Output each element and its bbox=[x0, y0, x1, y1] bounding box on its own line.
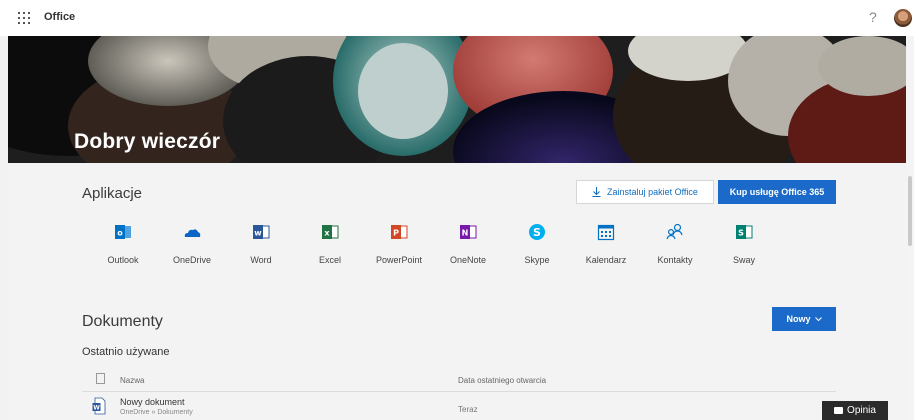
new-document-button[interactable]: Nowy bbox=[772, 307, 836, 331]
install-office-label: Zainstaluj pakiet Office bbox=[607, 187, 698, 197]
document-last-opened: Teraz bbox=[458, 405, 478, 414]
app-grid: o Outlook OneDrive w Word x Excel P Powe… bbox=[88, 221, 788, 277]
buy-office365-button[interactable]: Kup usługę Office 365 bbox=[718, 180, 836, 204]
app-tile-powerpoint[interactable]: P PowerPoint bbox=[364, 221, 434, 277]
app-label: OneDrive bbox=[172, 255, 211, 265]
app-label: Skype bbox=[524, 255, 550, 265]
word-document-icon: W bbox=[92, 397, 106, 415]
app-tile-onedrive[interactable]: OneDrive bbox=[157, 221, 227, 277]
app-launcher-icon[interactable] bbox=[18, 12, 30, 24]
new-document-label: Nowy bbox=[786, 314, 811, 324]
document-path: OneDrive » Dokumenty bbox=[120, 409, 193, 416]
app-tile-onenote[interactable]: N OneNote bbox=[433, 221, 503, 277]
svg-text:P: P bbox=[393, 229, 399, 238]
feedback-label: Opinia bbox=[847, 405, 876, 416]
documents-section-title: Dokumenty bbox=[82, 313, 163, 330]
chevron-down-icon bbox=[814, 316, 822, 321]
avatar[interactable] bbox=[894, 9, 912, 27]
app-tile-skype[interactable]: S Skype bbox=[502, 221, 572, 277]
outlook-icon: o bbox=[115, 225, 131, 239]
install-office-button[interactable]: Zainstaluj pakiet Office bbox=[576, 180, 714, 204]
file-type-icon bbox=[96, 373, 105, 384]
app-tile-people[interactable]: Kontakty bbox=[640, 221, 710, 277]
column-header-date[interactable]: Data ostatniego otwarcia bbox=[458, 376, 546, 385]
page-scrollbar[interactable] bbox=[906, 36, 914, 420]
app-tile-calendar[interactable]: Kalendarz bbox=[571, 221, 641, 277]
apps-section-title: Aplikacje bbox=[82, 185, 143, 202]
recent-heading: Ostatnio używane bbox=[82, 346, 170, 358]
app-label: Excel bbox=[318, 255, 341, 265]
app-tile-excel[interactable]: x Excel bbox=[295, 221, 365, 277]
svg-text:W: W bbox=[93, 405, 100, 412]
onenote-icon: N bbox=[460, 225, 477, 239]
app-label: Kalendarz bbox=[585, 255, 627, 265]
app-label: Sway bbox=[732, 255, 755, 265]
sway-icon: S bbox=[736, 225, 753, 239]
scrollbar-thumb[interactable] bbox=[908, 176, 912, 246]
app-label: Word bbox=[250, 255, 272, 265]
download-icon bbox=[592, 187, 601, 197]
greeting-heading: Dobry wieczór bbox=[74, 130, 221, 153]
top-bar: Office ? bbox=[0, 0, 914, 36]
skype-icon: S bbox=[529, 224, 545, 240]
column-header-name[interactable]: Nazwa bbox=[120, 376, 144, 385]
app-label: OneNote bbox=[449, 255, 487, 265]
help-icon[interactable]: ? bbox=[869, 9, 877, 25]
svg-text:w: w bbox=[254, 229, 262, 238]
document-name[interactable]: Nowy dokument bbox=[120, 397, 185, 407]
word-icon: w bbox=[253, 225, 270, 239]
app-tile-word[interactable]: w Word bbox=[226, 221, 296, 277]
app-tile-sway[interactable]: S Sway bbox=[709, 221, 779, 277]
svg-text:S: S bbox=[533, 226, 541, 239]
documents-table-header: Nazwa Data ostatniego otwarcia bbox=[82, 371, 836, 392]
app-label: PowerPoint bbox=[375, 255, 423, 265]
svg-text:o: o bbox=[117, 229, 123, 238]
onedrive-icon bbox=[184, 229, 201, 237]
svg-text:S: S bbox=[738, 229, 744, 238]
people-icon bbox=[666, 223, 683, 240]
app-tile-outlook[interactable]: o Outlook bbox=[88, 221, 158, 277]
excel-icon: x bbox=[322, 225, 339, 239]
powerpoint-icon: P bbox=[391, 225, 408, 239]
app-label: Outlook bbox=[107, 255, 139, 265]
svg-text:N: N bbox=[462, 229, 469, 238]
comment-icon bbox=[834, 407, 844, 414]
feedback-button[interactable]: Opinia bbox=[822, 401, 888, 420]
app-label: Kontakty bbox=[657, 255, 693, 265]
calendar-icon bbox=[597, 224, 615, 241]
table-row[interactable]: W Nowy dokument OneDrive » Dokumenty Ter… bbox=[82, 393, 836, 420]
svg-text:x: x bbox=[324, 229, 330, 238]
main-content: Aplikacje Zainstaluj pakiet Office Kup u… bbox=[8, 163, 906, 420]
brand-link[interactable]: Office bbox=[44, 11, 75, 23]
